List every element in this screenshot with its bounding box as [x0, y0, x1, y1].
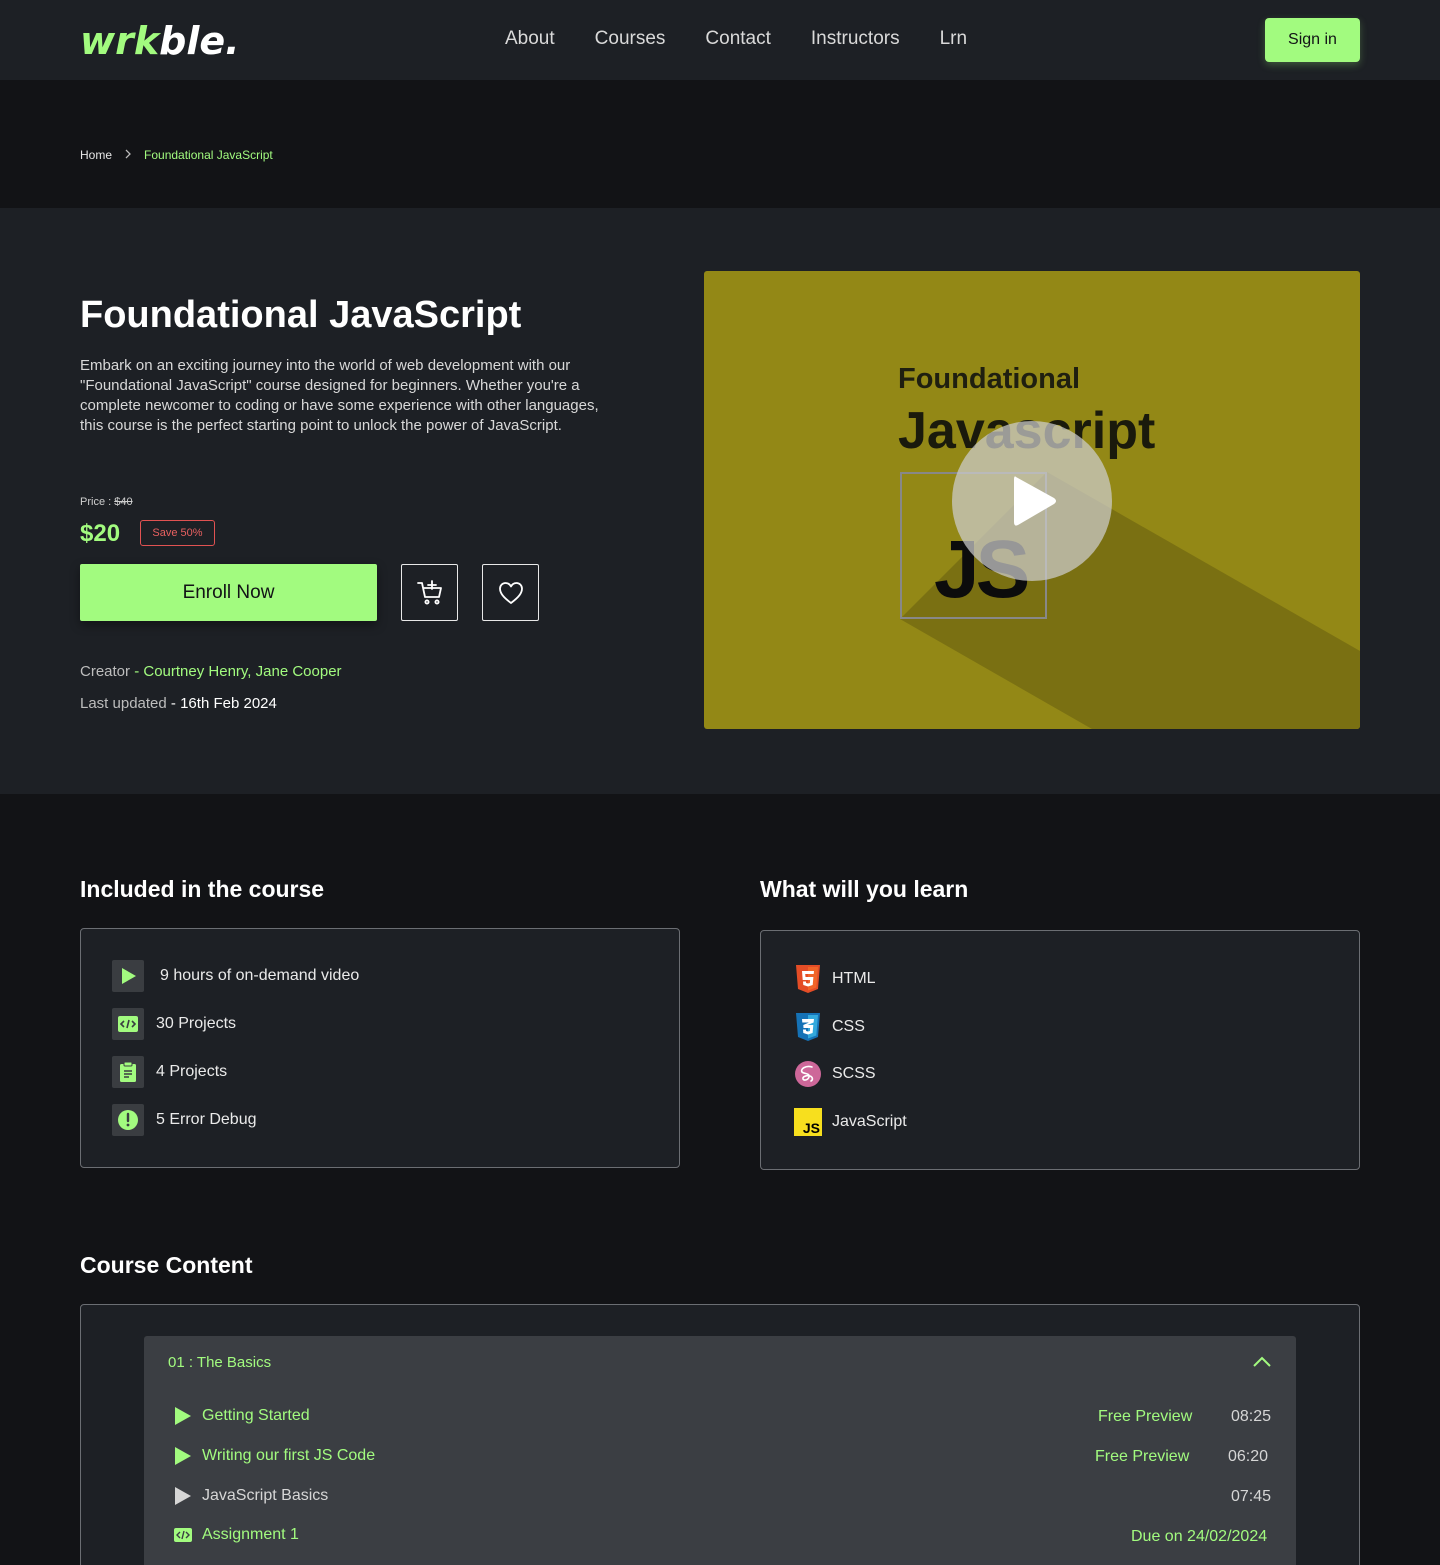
learn-item: HTML — [794, 964, 876, 994]
course-content-heading: Course Content — [80, 1252, 253, 1278]
chevron-up-icon[interactable] — [1252, 1354, 1272, 1373]
play-icon — [175, 1487, 191, 1505]
lesson-row[interactable]: Writing our first JS Code — [174, 1446, 375, 1466]
sass-icon — [794, 1060, 822, 1088]
lesson-row[interactable]: JavaScript Basics — [174, 1486, 328, 1506]
learn-item: JS JavaScript — [794, 1108, 907, 1136]
free-preview-link[interactable]: Free Preview — [1098, 1408, 1192, 1426]
learn-item: SCSS — [794, 1060, 876, 1088]
enroll-now-button[interactable]: Enroll Now — [80, 564, 377, 621]
included-item: 30 Projects — [112, 1008, 236, 1040]
last-updated-line: Last updated - 16th Feb 2024 — [80, 695, 277, 712]
css3-icon — [794, 1012, 822, 1042]
learn-heading: What will you learn — [760, 876, 969, 902]
add-to-cart-button[interactable] — [401, 564, 458, 621]
top-navbar: wrkble. About Courses Contact Instructor… — [0, 0, 1440, 80]
included-heading: Included in the course — [80, 876, 325, 902]
included-item: 4 Projects — [112, 1056, 227, 1088]
chevron-right-icon — [124, 148, 132, 162]
wishlist-button[interactable] — [482, 564, 539, 621]
save-badge: Save 50% — [140, 520, 215, 546]
lesson-duration: 08:25 — [1231, 1408, 1272, 1425]
page-title: Foundational JavaScript — [80, 294, 522, 336]
play-video-button[interactable] — [952, 421, 1112, 581]
heart-icon — [498, 581, 523, 604]
cart-plus-icon — [416, 579, 442, 604]
html5-icon — [794, 964, 822, 994]
learn-card: HTML CSS SCSS JS JavaScript — [760, 930, 1360, 1170]
price-label: Price : $40 — [80, 496, 133, 508]
course-video-thumbnail[interactable]: Foundational Javascript JS — [704, 271, 1360, 729]
section-title[interactable]: 01 : The Basics — [168, 1354, 271, 1371]
section-accordion: 01 : The Basics Getting Started Free Pre… — [144, 1336, 1296, 1565]
breadcrumb-current: Foundational JavaScript — [144, 148, 273, 162]
creator-names[interactable]: Courtney Henry, Jane Cooper — [143, 663, 341, 680]
lesson-row[interactable]: Assignment 1 — [174, 1526, 299, 1544]
code-icon — [112, 1008, 144, 1040]
play-icon — [112, 960, 144, 992]
breadcrumb-bar: Home Foundational JavaScript — [0, 80, 1440, 208]
nav-link-lrn[interactable]: Lrn — [940, 28, 967, 50]
course-description: Embark on an exciting journey into the w… — [80, 357, 599, 434]
course-hero: Foundational JavaScript Embark on an exc… — [0, 208, 1440, 794]
nav-link-contact[interactable]: Contact — [705, 28, 770, 50]
lesson-row[interactable]: Getting Started — [174, 1406, 310, 1426]
nav-link-about[interactable]: About — [505, 28, 555, 50]
included-item: 5 Error Debug — [112, 1104, 257, 1136]
sign-in-button[interactable]: Sign in — [1265, 18, 1360, 62]
last-updated-value: 16th Feb 2024 — [180, 695, 277, 712]
nav-link-courses[interactable]: Courses — [595, 28, 666, 50]
logo[interactable]: wrkble. — [80, 19, 240, 63]
breadcrumb-home[interactable]: Home — [80, 148, 112, 162]
svg-text:JS: JS — [803, 1120, 820, 1136]
play-icon — [175, 1407, 191, 1425]
alert-icon — [112, 1104, 144, 1136]
lesson-duration: 07:45 — [1231, 1488, 1272, 1505]
nav-link-instructors[interactable]: Instructors — [811, 28, 900, 50]
included-card: 9 hours of on-demand video 30 Projects 4… — [80, 928, 680, 1168]
lesson-duration: 06:20 — [1228, 1448, 1269, 1465]
clipboard-icon — [112, 1056, 144, 1088]
play-icon — [1014, 476, 1056, 526]
thumbnail-title-line1: Foundational — [898, 363, 1081, 395]
assignment-due-date: Due on 24/02/2024 — [1131, 1528, 1268, 1545]
javascript-icon: JS — [794, 1108, 822, 1136]
creator-line: Creator - Courtney Henry, Jane Cooper — [80, 663, 342, 680]
free-preview-link[interactable]: Free Preview — [1095, 1448, 1189, 1466]
current-price: $20 — [80, 520, 121, 547]
included-item: 9 hours of on-demand video — [112, 960, 359, 992]
breadcrumb: Home Foundational JavaScript — [80, 148, 273, 162]
learn-item: CSS — [794, 1012, 865, 1042]
original-price: $40 — [114, 496, 133, 508]
nav-links: About Courses Contact Instructors Lrn — [505, 28, 1007, 50]
code-icon — [174, 1528, 192, 1542]
play-icon — [175, 1447, 191, 1465]
